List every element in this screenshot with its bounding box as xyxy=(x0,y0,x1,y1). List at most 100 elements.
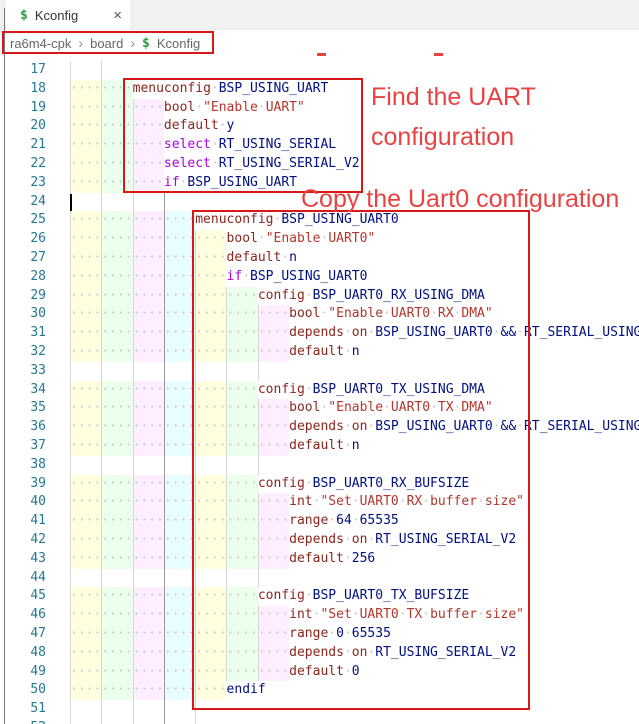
code-text: ····························default·0 xyxy=(70,663,639,682)
code-line[interactable]: 51 xyxy=(0,700,639,719)
indent-guide xyxy=(164,362,165,381)
code-text: ························config·BSP_UART0… xyxy=(70,475,639,494)
line-number: 26 xyxy=(0,230,70,249)
code-line[interactable]: 19············bool·"Enable·UART" xyxy=(0,99,639,118)
indent-guide xyxy=(226,456,227,475)
code-line[interactable]: 33 xyxy=(0,362,639,381)
code-line[interactable]: 43····························default·25… xyxy=(0,550,639,569)
indent-guide xyxy=(258,362,259,381)
line-number: 47 xyxy=(0,625,70,644)
indent-guide xyxy=(164,700,165,719)
line-number: 31 xyxy=(0,324,70,343)
code-line[interactable]: 26····················bool·"Enable·UART0… xyxy=(0,230,639,249)
line-number: 40 xyxy=(0,493,70,512)
code-line[interactable]: 21············select·RT_USING_SERIAL xyxy=(0,136,639,155)
indent-guide xyxy=(70,719,71,724)
tab-kconfig[interactable]: $ Kconfig × xyxy=(6,0,130,30)
line-number: 39 xyxy=(0,475,70,494)
close-icon[interactable]: × xyxy=(113,8,122,23)
code-text: ····················bool·"Enable·UART0" xyxy=(70,230,639,249)
indent-guide xyxy=(70,456,71,475)
code-line[interactable]: 30····························bool·"Enab… xyxy=(0,305,639,324)
annotation-copy-uart0: Copy the Uart0 configuration xyxy=(301,185,619,214)
code-line[interactable]: 32····························default·n xyxy=(0,343,639,362)
code-text: ················menuconfig·BSP_USING_UAR… xyxy=(70,211,639,230)
code-line[interactable]: 17 xyxy=(0,61,639,80)
code-line[interactable]: 46····························int·"Set·U… xyxy=(0,606,639,625)
code-text: ························config·BSP_UART0… xyxy=(70,381,639,400)
code-line[interactable]: 29························config·BSP_UAR… xyxy=(0,287,639,306)
indent-guide xyxy=(164,193,165,212)
code-line[interactable]: 40····························int·"Set·U… xyxy=(0,493,639,512)
code-line[interactable]: 18········menuconfig·BSP_USING_UART xyxy=(0,80,639,99)
breadcrumb-item-project[interactable]: ra6m4-cpk xyxy=(10,36,71,51)
code-text: ························config·BSP_UART0… xyxy=(70,287,639,306)
code-line[interactable]: 37····························default·n xyxy=(0,437,639,456)
line-number: 30 xyxy=(0,305,70,324)
code-line[interactable]: 27····················default·n xyxy=(0,249,639,268)
indent-guide xyxy=(133,193,134,212)
code-line[interactable]: 44 xyxy=(0,569,639,588)
code-line[interactable]: 42····························depends·on… xyxy=(0,531,639,550)
line-number: 18 xyxy=(0,80,70,99)
code-text: ····························bool·"Enable… xyxy=(70,305,639,324)
indent-guide xyxy=(195,719,196,724)
code-line[interactable]: 28····················if·BSP_USING_UART0 xyxy=(0,268,639,287)
code-text: ····························depends·on·R… xyxy=(70,531,639,550)
code-line[interactable]: 47····························range·0·65… xyxy=(0,625,639,644)
code-text: ····················if·BSP_USING_UART0 xyxy=(70,268,639,287)
kconfig-file-icon: $ xyxy=(142,36,150,51)
indent-guide xyxy=(133,700,134,719)
indent-guide xyxy=(101,569,102,588)
code-line[interactable]: 34························config·BSP_UAR… xyxy=(0,381,639,400)
line-number: 43 xyxy=(0,550,70,569)
code-line[interactable]: 38 xyxy=(0,456,639,475)
breadcrumb-item-board[interactable]: board xyxy=(90,36,123,51)
indent-guide xyxy=(101,719,102,724)
code-text: ····························bool·"Enable… xyxy=(70,399,639,418)
code-line[interactable]: 22············select·RT_USING_SERIAL_V2 xyxy=(0,155,639,174)
line-number: 50 xyxy=(0,681,70,700)
indent-guide xyxy=(70,569,71,588)
code-text: ········menuconfig·BSP_USING_UART xyxy=(70,80,639,99)
code-line[interactable]: 35····························bool·"Enab… xyxy=(0,399,639,418)
line-number: 52 xyxy=(0,719,70,724)
indent-guide xyxy=(258,569,259,588)
line-number: 22 xyxy=(0,155,70,174)
code-line[interactable]: 41····························range·64·6… xyxy=(0,512,639,531)
kconfig-file-icon: $ xyxy=(20,8,28,23)
code-line[interactable]: 52 xyxy=(0,719,639,724)
indent-guide xyxy=(195,456,196,475)
code-line[interactable]: 25················menuconfig·BSP_USING_U… xyxy=(0,211,639,230)
code-line[interactable]: 48····························depends·on… xyxy=(0,644,639,663)
breadcrumb-item-file[interactable]: Kconfig xyxy=(157,36,200,51)
line-number: 28 xyxy=(0,268,70,287)
line-number: 17 xyxy=(0,61,70,80)
code-line[interactable]: 20············default·y xyxy=(0,117,639,136)
line-number: 48 xyxy=(0,644,70,663)
indent-guide xyxy=(164,569,165,588)
indent-guide xyxy=(133,362,134,381)
line-number: 19 xyxy=(0,99,70,118)
code-line[interactable]: 31····························depends·on… xyxy=(0,324,639,343)
indent-guide xyxy=(101,700,102,719)
code-text: ····························default·n xyxy=(70,343,639,362)
line-number: 33 xyxy=(0,362,70,381)
code-area: 1718········menuconfig·BSP_USING_UART19·… xyxy=(0,61,639,724)
line-number: 27 xyxy=(0,249,70,268)
code-line[interactable]: 49····························default·0 xyxy=(0,663,639,682)
code-line[interactable]: 36····························depends·on… xyxy=(0,418,639,437)
code-line[interactable]: 45························config·BSP_UAR… xyxy=(0,587,639,606)
code-text: ············default·y xyxy=(70,117,639,136)
line-number: 29 xyxy=(0,287,70,306)
code-text: ····················default·n xyxy=(70,249,639,268)
indent-guide xyxy=(101,456,102,475)
line-number: 24 xyxy=(0,193,70,212)
code-text: ············select·RT_USING_SERIAL_V2 xyxy=(70,155,639,174)
line-number: 49 xyxy=(0,663,70,682)
code-line[interactable]: 50····················endif xyxy=(0,681,639,700)
code-line[interactable]: 39························config·BSP_UAR… xyxy=(0,475,639,494)
line-number: 42 xyxy=(0,531,70,550)
chevron-right-icon: › xyxy=(130,35,135,51)
indent-guide xyxy=(164,719,165,724)
